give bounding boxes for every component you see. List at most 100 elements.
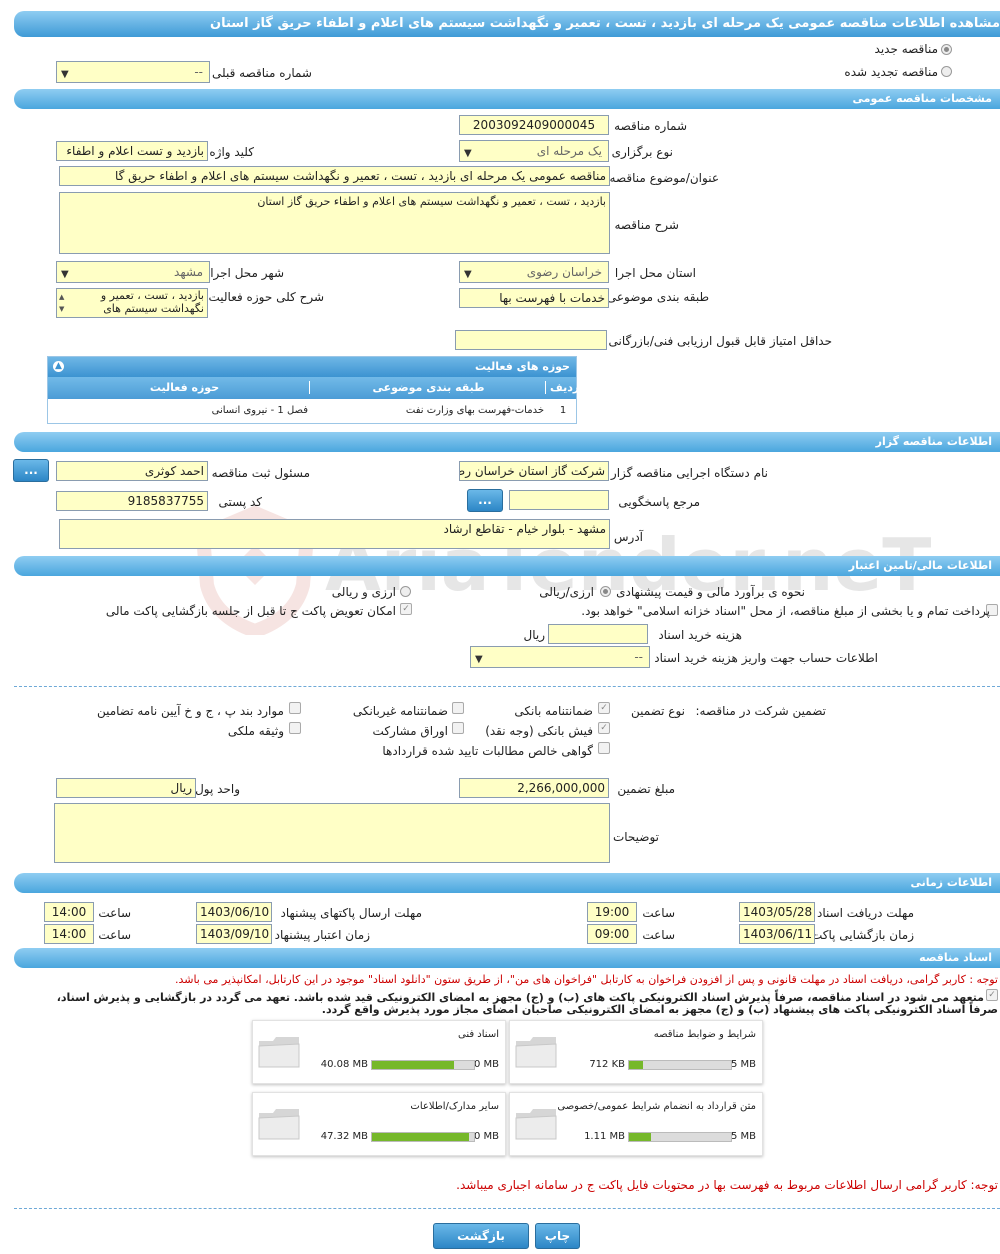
notes-label: توضیحات	[612, 830, 659, 844]
new-tender-radio[interactable]	[941, 44, 952, 55]
collapse-icon[interactable]: ▲	[53, 361, 64, 372]
row-cell-index: 1	[559, 405, 567, 416]
send-time-field[interactable]: 14:00	[44, 902, 94, 922]
min-score-field[interactable]	[455, 330, 607, 350]
rial-radio[interactable]	[600, 586, 611, 597]
file-card-contract[interactable]: متن قرارداد به انضمام شرایط عمومی/خصوصی …	[509, 1092, 763, 1156]
property-collateral-checkbox[interactable]	[289, 722, 301, 734]
validity-date-field[interactable]: 1403/09/10	[196, 924, 272, 944]
commitment-checkbox[interactable]: ✓	[986, 989, 998, 1001]
bottom-divider	[14, 1208, 1000, 1209]
estimate-method-label: نحوه ی برآورد مالی و قیمت پیشنهادی	[616, 585, 805, 599]
file-card-terms[interactable]: شرایط و ضوابط مناقصه 5 MB 712 KB	[509, 1020, 763, 1084]
send-date-field[interactable]: 1403/06/10	[196, 902, 272, 922]
keyword-field[interactable]: بازدید و تست اعلام و اطفاء	[56, 141, 208, 161]
envelope-swap-checkbox[interactable]: ✓	[400, 603, 412, 615]
bank-guarantee-checkbox[interactable]: ✓	[598, 702, 610, 714]
reference-lookup-button[interactable]: ...	[467, 489, 503, 512]
officer-lookup-button[interactable]: ...	[13, 459, 49, 482]
folder-icon	[258, 1037, 300, 1068]
notes-field[interactable]	[54, 803, 610, 863]
category-label: طبقه بندی موضوعی	[606, 290, 709, 304]
folder-icon	[258, 1109, 300, 1140]
tender-number-field[interactable]: 2003092409000045	[459, 115, 609, 135]
regulation-items-checkbox[interactable]	[289, 702, 301, 714]
holding-type-select[interactable]: یک مرحله ای ▼	[459, 140, 609, 162]
file-card-other[interactable]: سایر مدارک/اطلاعات 50 MB 47.32 MB	[252, 1092, 506, 1156]
address-field[interactable]: مشهد - بلوار خیام - تقاطع ارشاد	[59, 519, 610, 549]
page-title: مشاهده اطلاعات مناقصه عمومی یک مرحله ای …	[14, 11, 1000, 37]
city-value: مشهد	[174, 265, 203, 279]
prev-number-label: شماره مناقصه قبلی	[212, 66, 312, 80]
description-field[interactable]: بازدید ، تست ، تعمیر و نگهداشت سیستم های…	[59, 192, 610, 254]
col-header-category: طبقه بندی موضوعی	[312, 381, 546, 394]
cash-deposit-checkbox[interactable]: ✓	[598, 722, 610, 734]
doc-fee-field[interactable]	[548, 624, 648, 644]
officer-field[interactable]: احمد کوثری	[56, 461, 208, 481]
organization-field[interactable]: شرکت گاز استان خراسان رضوی	[459, 461, 609, 481]
section-finance: اطلاعات مالی/تامین اعتبار	[14, 556, 1000, 576]
prev-number-select[interactable]: -- ▼	[56, 61, 210, 83]
file-name: اسناد فنی	[458, 1029, 499, 1040]
folder-icon	[515, 1037, 557, 1068]
documents-footer-note: توجه: کاربر گرامی ارسال اطلاعات مربوط به…	[456, 1178, 998, 1192]
file-used: 47.32 MB	[320, 1131, 368, 1142]
receivables-cert-checkbox[interactable]	[598, 742, 610, 754]
send-deadline-label: مهلت ارسال پاکتهای پیشنهاد	[280, 906, 422, 920]
file-usage-bar	[371, 1060, 475, 1070]
file-used: 712 KB	[589, 1059, 625, 1070]
postal-code-field[interactable]: 9185837755	[56, 491, 208, 511]
category-field[interactable]: خدمات با فهرست بها	[459, 288, 609, 308]
validity-time-field[interactable]: 14:00	[44, 924, 94, 944]
chevron-down-icon: ▼	[61, 269, 69, 280]
organization-label: نام دستگاه اجرایی مناقصه گزار	[610, 466, 768, 480]
guarantee-amount-field[interactable]: 2,266,000,000	[459, 778, 609, 798]
city-label: شهر محل اجرا	[210, 266, 284, 280]
activity-desc-field[interactable]: بازدید ، تست ، تعمیر و نگهداشت سیستم های…	[56, 288, 208, 318]
receive-date-field[interactable]: 1403/05/28	[739, 902, 815, 922]
keyword-label: کلید واژه	[209, 145, 254, 159]
file-capacity: 5 MB	[730, 1131, 756, 1142]
print-button[interactable]: چاپ	[535, 1223, 580, 1249]
province-label: استان محل اجرا	[614, 266, 696, 280]
property-collateral-label: وثیقه ملکی	[227, 724, 284, 738]
opening-hour-label: ساعت	[642, 928, 675, 942]
send-time-label: ساعت	[98, 906, 131, 920]
account-value: --	[634, 650, 643, 664]
currency-field[interactable]: ریال	[56, 778, 196, 798]
bonds-checkbox[interactable]	[452, 722, 464, 734]
postal-code-label: کد پستی	[218, 495, 263, 509]
reference-field[interactable]	[509, 490, 609, 510]
fx-rial-radio[interactable]	[400, 586, 411, 597]
section-documents-title: اسناد مناقصه	[919, 951, 992, 964]
page-title-text: مشاهده اطلاعات مناقصه عمومی یک مرحله ای …	[210, 16, 1000, 31]
commitment-line-2: صرفاً اسناد الکترونیکی پاکت های پیشنهاد …	[321, 1003, 998, 1016]
file-capacity: 5 MB	[730, 1059, 756, 1070]
province-value: خراسان رضوی	[526, 265, 602, 279]
holding-type-label: نوع برگزاری	[611, 145, 673, 159]
file-name: شرایط و ضوابط مناقصه	[653, 1029, 756, 1040]
renewed-tender-radio[interactable]	[941, 66, 952, 77]
section-finance-title: اطلاعات مالی/تامین اعتبار	[848, 559, 992, 572]
back-button[interactable]: بازگشت	[433, 1223, 529, 1249]
account-select[interactable]: -- ▼	[470, 646, 650, 668]
file-name: متن قرارداد به انضمام شرایط عمومی/خصوصی	[557, 1101, 756, 1112]
scroll-arrows-icon[interactable]: ▲ ▼	[59, 291, 64, 315]
receive-time-field[interactable]: 19:00	[587, 902, 637, 922]
file-used: 1.11 MB	[584, 1131, 625, 1142]
prev-number-value: --	[194, 65, 203, 79]
reference-label: مرجع پاسخگویی	[618, 495, 700, 509]
file-card-technical[interactable]: اسناد فنی 50 MB 40.08 MB	[252, 1020, 506, 1084]
city-select[interactable]: مشهد ▼	[56, 261, 210, 283]
opening-hour-field[interactable]: 09:00	[587, 924, 637, 944]
file-used: 40.08 MB	[320, 1059, 368, 1070]
guarantee-type-label: نوع تضمین	[631, 704, 685, 718]
row-cell-category: خدمات-فهرست بهای وزارت نفت	[405, 405, 544, 416]
receive-time-label: ساعت	[642, 906, 675, 920]
renewed-tender-label: مناقصه تجدید شده	[844, 65, 938, 79]
nonbank-guarantee-checkbox[interactable]	[452, 702, 464, 714]
province-select[interactable]: خراسان رضوی ▼	[459, 261, 609, 283]
opening-date-field[interactable]: 1403/06/11	[739, 924, 815, 944]
subject-field[interactable]: مناقصه عمومی یک مرحله ای بازدید ، تست ، …	[59, 166, 610, 186]
receive-deadline-label: مهلت دریافت اسناد	[816, 906, 914, 920]
